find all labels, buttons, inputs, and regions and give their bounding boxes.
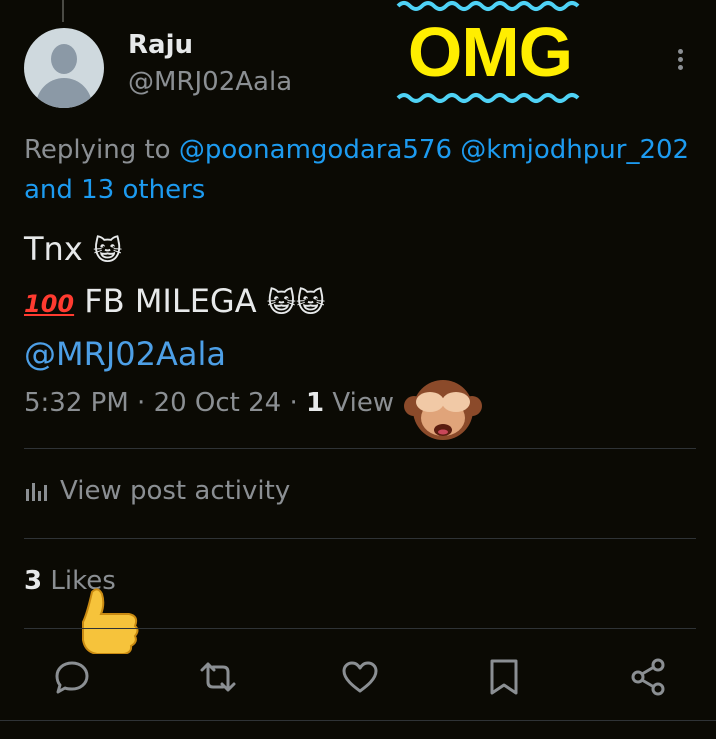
author-name[interactable]: Raju <box>128 30 193 60</box>
post-actions-bar <box>0 655 716 701</box>
analytics-icon <box>26 483 47 501</box>
like-icon <box>342 661 378 693</box>
cat-emoji-icon: 😺 <box>266 286 296 319</box>
thumbs-up-icon <box>82 588 139 654</box>
omg-sticker: OMG <box>390 0 590 110</box>
post-mention[interactable]: @MRJ02Aala <box>24 335 226 373</box>
reply-icon <box>55 661 89 694</box>
view-post-activity-label: View post activity <box>60 476 291 506</box>
cat-emoji-icon: 😺 <box>92 234 123 267</box>
reply-mentions[interactable]: @poonamgodara576 @kmjodhpur_202 <box>179 135 689 165</box>
bookmark-icon <box>490 659 518 695</box>
see-no-evil-monkey-icon <box>404 380 482 440</box>
divider <box>24 448 696 449</box>
omg-text: OMG <box>407 13 573 91</box>
avatar-body <box>36 78 92 108</box>
hundred-points-icon: 100 <box>24 290 75 318</box>
divider <box>24 538 696 539</box>
share-icon <box>631 658 665 696</box>
post-line2: FB MILEGA <box>84 282 257 320</box>
post-line1: Tnx <box>24 230 83 268</box>
likes-number: 3 <box>24 566 43 596</box>
post-meta: 5:32 PM · 20 Oct 24 · 1 View <box>24 388 395 418</box>
cat-emoji-icon: 😺 <box>295 286 326 319</box>
reply-prefix: Replying to <box>24 135 171 165</box>
repost-icon <box>200 662 236 692</box>
like-button[interactable] <box>338 655 382 699</box>
reply-button[interactable] <box>50 655 94 699</box>
view-post-activity[interactable]: View post activity <box>24 476 290 506</box>
avatar-head <box>51 44 77 74</box>
repost-button[interactable] <box>196 655 240 699</box>
author-handle[interactable]: @MRJ02Aala <box>128 67 292 97</box>
views-label: View <box>332 388 395 418</box>
post-date: 20 Oct 24 <box>153 388 282 418</box>
thread-line <box>62 0 64 22</box>
post-time: 5:32 PM <box>24 388 129 418</box>
divider <box>24 628 696 629</box>
share-button[interactable] <box>626 655 670 699</box>
bookmark-button[interactable] <box>482 655 526 699</box>
avatar[interactable] <box>24 28 104 108</box>
more-options-icon[interactable] <box>668 46 692 76</box>
reply-context: Replying to @poonamgodara576 @kmjodhpur_… <box>24 130 716 210</box>
bottom-divider <box>0 720 716 721</box>
post-body: Tnx 😺 100 FB MILEGA 😺😺 @MRJ02Aala <box>24 224 325 379</box>
views-count: 1 <box>306 388 325 418</box>
reply-others[interactable]: and 13 others <box>24 175 205 205</box>
